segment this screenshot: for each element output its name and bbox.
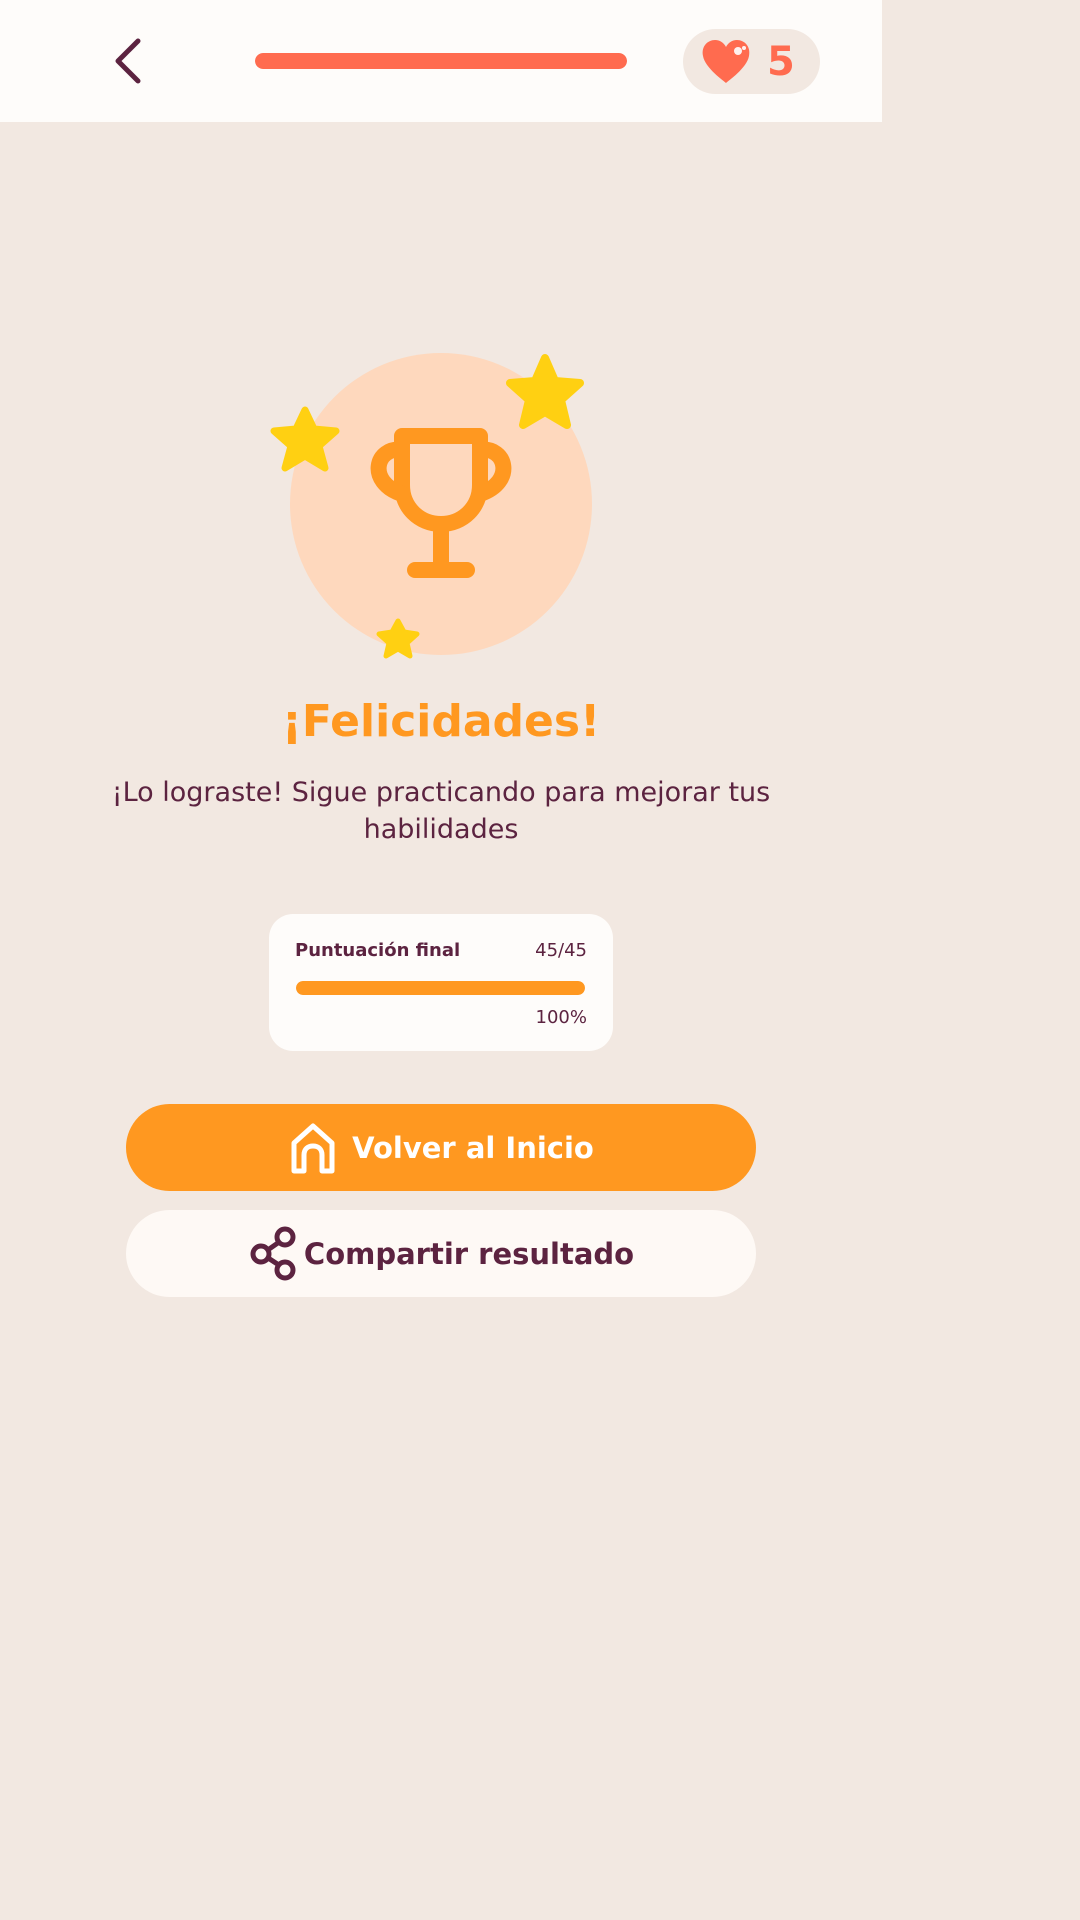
lives-count: 5: [767, 38, 795, 85]
trophy-circle: [290, 353, 592, 655]
lives-counter[interactable]: 5: [683, 29, 820, 94]
result-message: ¡Lo lograste! Sigue practicando para mej…: [111, 777, 771, 845]
star-icon: [376, 618, 420, 659]
back-button[interactable]: [100, 30, 160, 92]
score-card: Puntuación final 45/45 100%: [269, 914, 613, 1051]
home-icon: [288, 1121, 338, 1175]
chevron-left-icon: [112, 33, 148, 89]
top-bar: 5: [0, 0, 882, 122]
home-button[interactable]: Volver al Inicio: [126, 1104, 756, 1191]
star-icon: [270, 406, 340, 472]
trophy-icon: [370, 428, 512, 578]
score-label: Puntuación final: [295, 940, 461, 961]
score-progress-bar: [296, 981, 585, 995]
home-button-label: Volver al Inicio: [352, 1130, 594, 1165]
score-progress-fill: [296, 981, 585, 995]
lesson-progress-fill: [255, 53, 627, 69]
heart-icon: [701, 39, 751, 85]
share-button-label: Compartir resultado: [303, 1236, 635, 1271]
result-title: ¡Felicidades!: [281, 696, 601, 747]
share-icon: [248, 1226, 300, 1282]
lesson-progress-bar: [255, 53, 627, 69]
share-button[interactable]: Compartir resultado: [126, 1210, 756, 1297]
score-value: 45/45: [535, 940, 587, 961]
score-percent: 100%: [535, 1007, 587, 1028]
star-icon: [506, 354, 584, 429]
